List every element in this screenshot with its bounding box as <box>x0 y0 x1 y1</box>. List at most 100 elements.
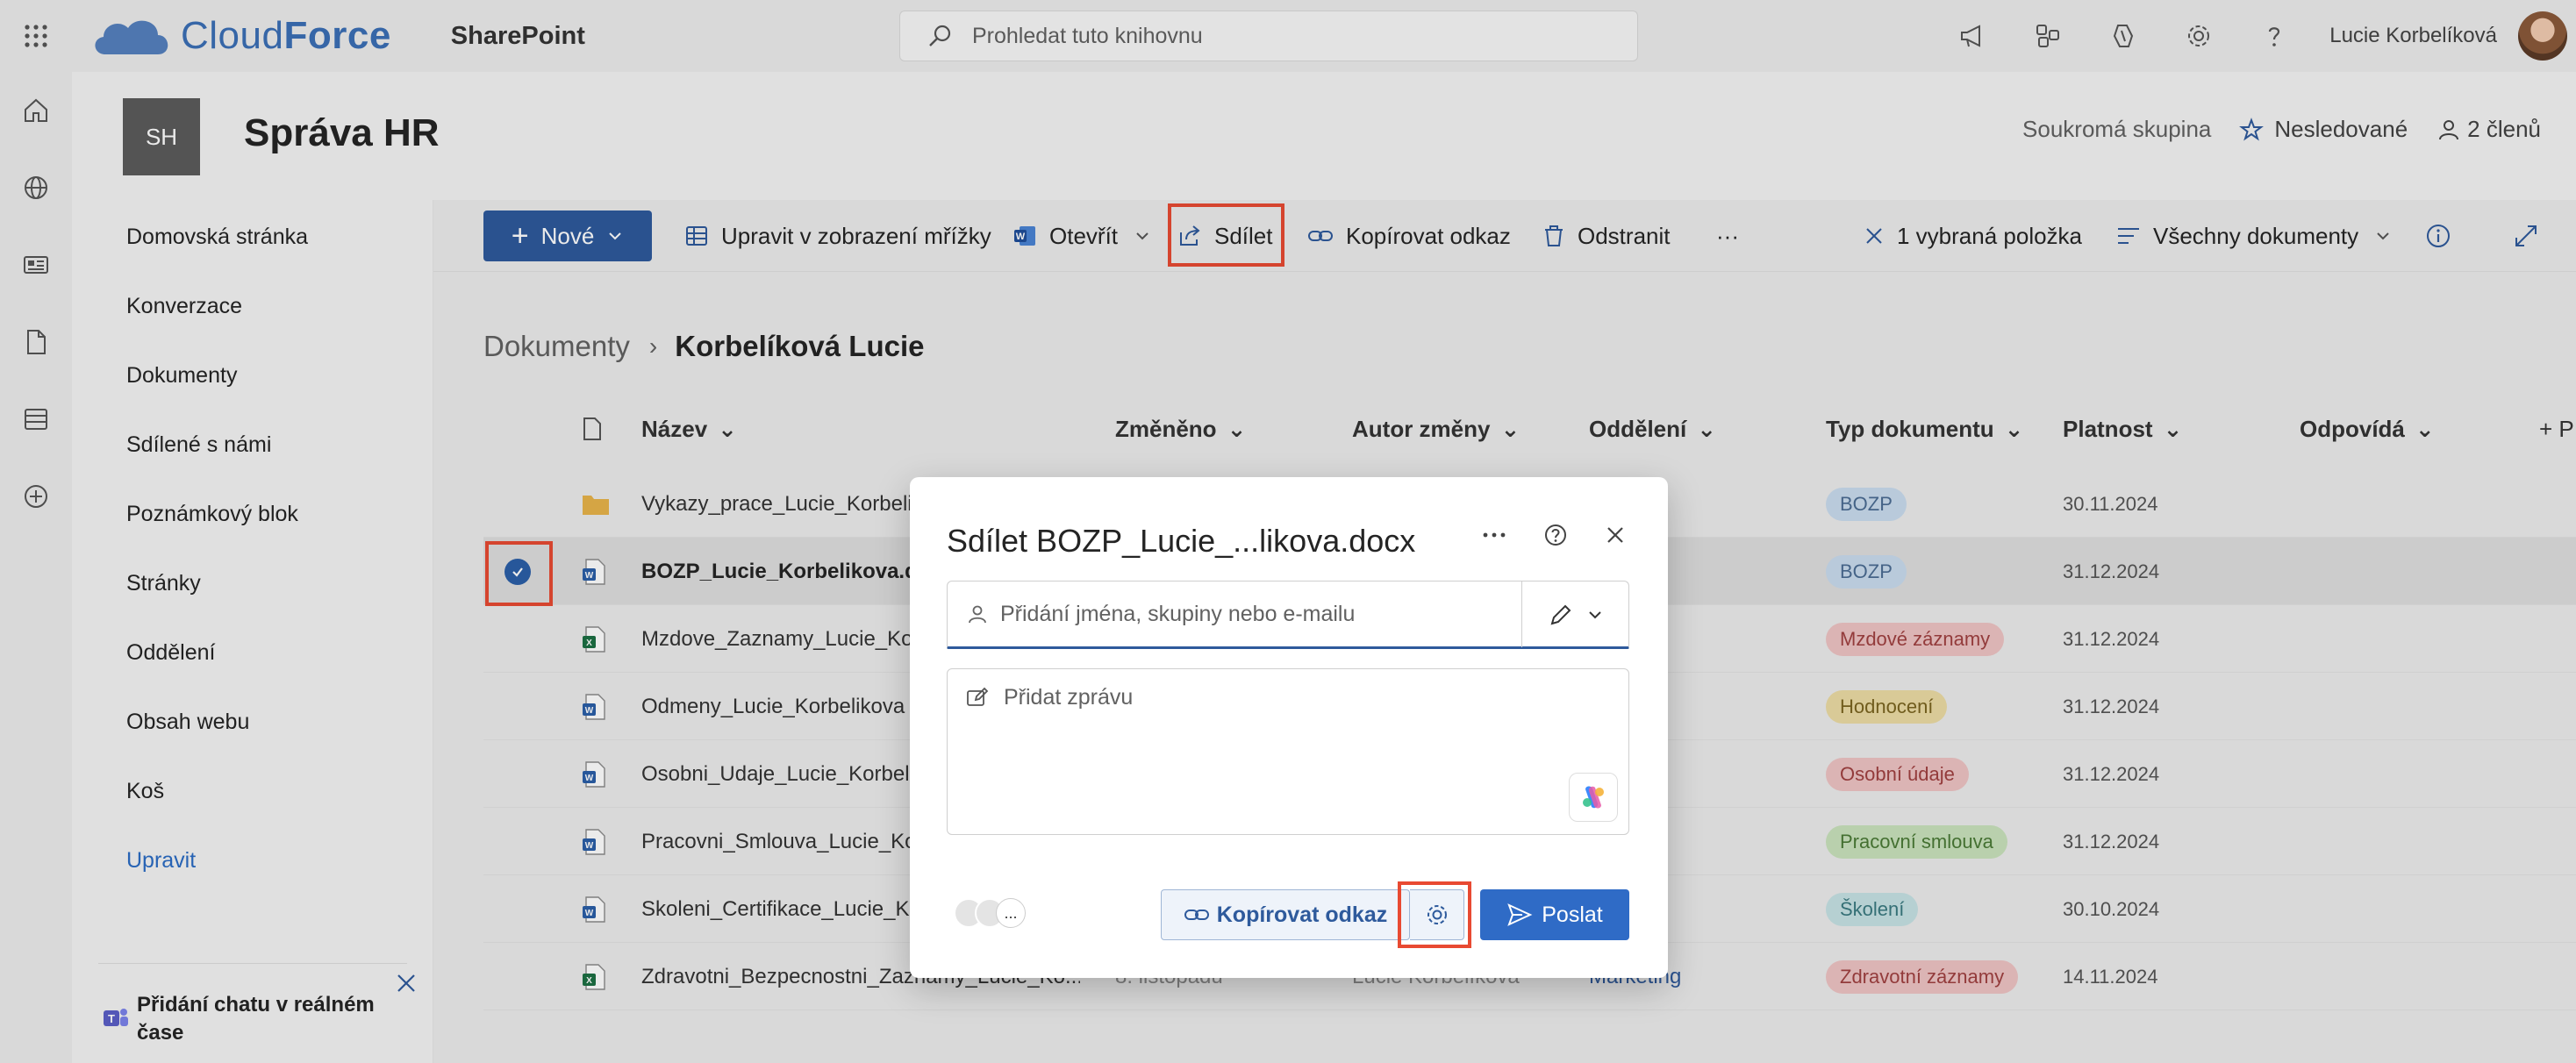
file-name[interactable]: Mzdove_Zaznamy_Lucie_Ko <box>641 605 913 673</box>
file-type-column-icon[interactable] <box>581 416 604 442</box>
selected-count: 1 vybraná položka <box>1897 222 2083 249</box>
copy-link-button[interactable]: Kopírovat odkaz <box>1161 889 1410 940</box>
column-header-doc-type[interactable]: Typ dokumentu ⌄ <box>1826 416 2023 443</box>
doc-type-badge: Pracovní smlouva <box>1826 824 2007 859</box>
grid-edit-label: Upravit v zobrazení mřížky <box>721 222 991 249</box>
word-file-icon: W <box>581 538 607 605</box>
word-file-icon: W <box>581 740 607 808</box>
nav-item-conversations[interactable]: Konverzace <box>126 294 242 319</box>
search-box[interactable]: Prohledat tuto knihovnu <box>899 11 1638 61</box>
access-avatars[interactable]: ... <box>954 898 1026 928</box>
column-header-validity[interactable]: Platnost ⌄ <box>2063 416 2182 443</box>
excel-file-icon: X <box>581 943 607 1010</box>
settings-highlight <box>1398 881 1471 948</box>
copilot-icon <box>1583 786 1604 809</box>
doc-type-badge: BOZP <box>1826 487 1907 521</box>
new-button[interactable]: + Nové <box>483 210 652 261</box>
file-name[interactable]: Pracovni_Smlouva_Lucie_Ko <box>641 808 913 875</box>
nav-item-departments[interactable]: Oddělení <box>126 640 215 666</box>
chat-promo-title[interactable]: Přidání chatu v reálném čase <box>137 991 400 1047</box>
copy-link-button[interactable]: Kopírovat odkaz <box>1307 210 1511 261</box>
grid-edit-button[interactable]: Upravit v zobrazení mřížky <box>684 210 991 261</box>
follow-button[interactable]: Nesledované <box>2239 116 2408 143</box>
compose-icon <box>967 687 989 706</box>
brand-logo[interactable]: CloudForce <box>89 0 391 72</box>
validity-date: 31.12.2024 <box>2063 627 2160 650</box>
members-label: 2 členů <box>2467 116 2541 142</box>
chevron-down-icon: ⌄ <box>1500 416 1521 442</box>
help-icon[interactable] <box>2236 0 2312 72</box>
help-icon[interactable] <box>1543 523 1568 547</box>
column-modified-by-label: Autor změny <box>1352 416 1491 442</box>
message-input[interactable]: Přidat zprávu <box>947 668 1629 835</box>
copilot-button[interactable] <box>1569 773 1618 822</box>
copilot-icon[interactable] <box>2086 0 2161 72</box>
word-icon: W <box>1014 226 1035 246</box>
chevron-down-icon <box>1136 232 1148 240</box>
app-launcher-icon[interactable] <box>0 0 72 72</box>
nav-item-home[interactable]: Domovská stránka <box>126 225 308 250</box>
app-bar <box>0 72 72 1063</box>
megaphone-icon[interactable] <box>1935 0 2010 72</box>
expand-icon[interactable] <box>2513 210 2539 261</box>
file-name[interactable]: Skoleni_Certifikace_Lucie_Ko <box>641 875 913 943</box>
close-icon[interactable] <box>395 972 418 995</box>
nav-item-site-contents[interactable]: Obsah webu <box>126 710 249 735</box>
members-button[interactable]: 2 členů <box>2437 116 2541 143</box>
plus-icon: + <box>511 219 529 253</box>
permission-dropdown[interactable] <box>1521 581 1628 647</box>
more-options-icon[interactable] <box>1482 532 1506 539</box>
share-nodes-icon[interactable] <box>2010 0 2086 72</box>
nav-item-notebook[interactable]: Poznámkový blok <box>126 502 298 527</box>
user-name[interactable]: Lucie Korbelíková <box>2329 24 2497 48</box>
app-name[interactable]: SharePoint <box>451 22 585 51</box>
nav-item-shared-with-us[interactable]: Sdílené s námi <box>126 432 271 458</box>
column-header-modified[interactable]: Změněno ⌄ <box>1115 416 1246 443</box>
chevron-down-icon <box>2377 232 2389 240</box>
globe-icon[interactable] <box>0 149 72 226</box>
info-icon[interactable] <box>2425 210 2451 261</box>
nav-item-documents[interactable]: Dokumenty <box>126 363 237 389</box>
column-header-department[interactable]: Oddělení ⌄ <box>1589 416 1716 443</box>
send-button[interactable]: Poslat <box>1480 889 1629 940</box>
open-button[interactable]: W Otevřít <box>1013 210 1151 261</box>
create-icon[interactable] <box>0 458 72 535</box>
file-name[interactable]: Vykazy_prace_Lucie_Korbeli <box>641 470 913 538</box>
column-department-label: Oddělení <box>1589 416 1687 442</box>
nav-edit-link[interactable]: Upravit <box>126 848 196 874</box>
nav-item-pages[interactable]: Stránky <box>126 571 201 596</box>
svg-text:W: W <box>585 571 594 581</box>
send-label: Poslat <box>1542 902 1603 927</box>
column-header-modified-by[interactable]: Autor změny ⌄ <box>1352 416 1520 443</box>
column-name-label: Název <box>641 416 708 442</box>
clear-selection-button[interactable]: 1 vybraná položka <box>1864 210 2082 261</box>
file-name[interactable]: BOZP_Lucie_Korbelikova.do <box>641 538 913 605</box>
nav-item-recycle-bin[interactable]: Koš <box>126 779 164 804</box>
home-icon[interactable] <box>0 72 72 149</box>
validity-date: 31.12.2024 <box>2063 695 2160 717</box>
delete-button[interactable]: Odstranit <box>1542 210 1671 261</box>
close-icon[interactable] <box>1605 524 1626 546</box>
doc-type-badge: BOZP <box>1826 554 1907 589</box>
suite-bar: CloudForce SharePoint Prohledat tuto kni… <box>0 0 2576 72</box>
brand-prefix: Cloud <box>181 14 284 57</box>
people-picker-input[interactable]: Přidání jména, skupiny nebo e-mailu <box>947 581 1629 649</box>
file-icon[interactable] <box>0 303 72 381</box>
gear-icon[interactable] <box>2161 0 2236 72</box>
lists-icon[interactable] <box>0 381 72 458</box>
news-icon[interactable] <box>0 226 72 303</box>
more-commands-button[interactable]: ··· <box>1716 210 1739 261</box>
site-title[interactable]: Správa HR <box>244 111 440 155</box>
site-logo[interactable]: SH <box>123 98 200 175</box>
breadcrumb-root[interactable]: Dokumenty <box>483 330 630 363</box>
trash-icon <box>1545 225 1563 246</box>
view-selector[interactable]: Všechny dokumenty <box>2116 210 2392 261</box>
add-column-button[interactable]: + P <box>2539 416 2574 443</box>
user-avatar[interactable] <box>2518 11 2567 61</box>
column-header-name[interactable]: Název ⌄ <box>641 416 737 443</box>
file-name[interactable]: Osobni_Udaje_Lucie_Korbel <box>641 740 913 808</box>
pencil-icon <box>1550 604 1571 624</box>
column-header-owner[interactable]: Odpovídá ⌄ <box>2300 416 2435 443</box>
row-select[interactable] <box>483 470 571 538</box>
file-name[interactable]: Odmeny_Lucie_Korbelikova <box>641 673 913 740</box>
